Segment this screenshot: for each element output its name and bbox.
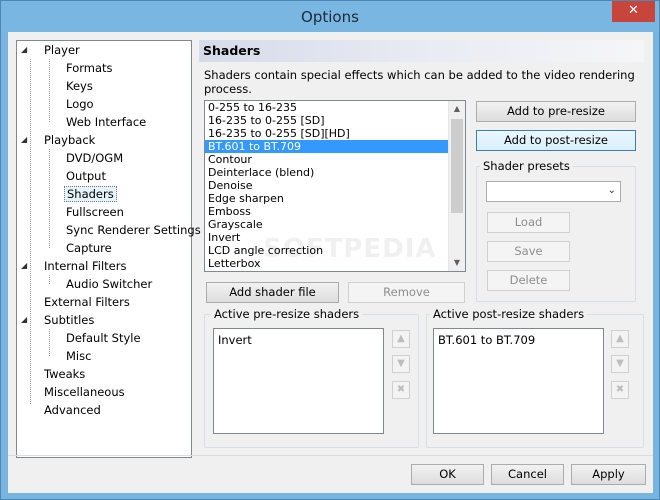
softpedia-watermark: SOFTPEDIA (263, 234, 437, 264)
cancel-button[interactable]: Cancel (491, 464, 564, 485)
close-icon: ✕ (628, 3, 639, 18)
remove-x-icon[interactable]: ✖ (611, 381, 629, 399)
list-item[interactable]: 16-235 to 0-255 [SD] (205, 114, 465, 127)
bottom-separator (8, 455, 653, 456)
list-item-selected[interactable]: BT.601 to BT.709 (205, 140, 448, 153)
options-window: Options ✕ ◢ Player Formats Keys Logo Web … (0, 0, 660, 500)
expanded-arrow-icon[interactable]: ◢ (21, 131, 27, 149)
move-up-arrow-icon[interactable]: ▲ (392, 330, 410, 348)
tree-item-label: Shaders (64, 186, 117, 202)
tree-item-label: DVD/OGM (66, 151, 124, 165)
expanded-arrow-icon[interactable]: ◢ (21, 257, 27, 275)
tree-item-label: Default Style (66, 331, 141, 345)
apply-button[interactable]: Apply (571, 464, 646, 485)
tree-item-label: Logo (66, 97, 94, 111)
page-description: Shaders contain special effects which ca… (204, 68, 635, 96)
list-item[interactable]: 0-255 to 16-235 (205, 101, 465, 114)
tree-item-shaders[interactable]: Shaders (50, 185, 117, 203)
tree-item-misc[interactable]: Misc (50, 347, 91, 365)
active-post-resize-list[interactable]: BT.601 to BT.709 (433, 328, 604, 434)
expanded-arrow-icon[interactable]: ◢ (21, 311, 27, 329)
window-title: Options (301, 8, 359, 26)
list-item[interactable]: Denoise (205, 179, 465, 192)
add-to-post-resize-button[interactable]: Add to post-resize (476, 130, 636, 151)
tree-item-label: Formats (66, 61, 113, 75)
chevron-down-icon[interactable]: ⌄ (608, 185, 616, 196)
tree-item-label: Subtitles (44, 313, 95, 327)
tree-item-fullscreen[interactable]: Fullscreen (50, 203, 124, 221)
tree-item-label: Sync Renderer Settings (66, 223, 201, 237)
dialog-client: ◢ Player Formats Keys Logo Web Interface … (8, 32, 653, 493)
tree-item-output[interactable]: Output (50, 167, 106, 185)
page-header: Shaders (199, 40, 644, 62)
tree-item-dvd-ogm[interactable]: DVD/OGM (50, 149, 123, 167)
load-button[interactable]: Load (487, 212, 570, 233)
options-tree[interactable]: ◢ Player Formats Keys Logo Web Interface … (16, 40, 201, 458)
list-item[interactable]: Deinterlace (blend) (205, 166, 465, 179)
tree-item-capture[interactable]: Capture (50, 239, 112, 257)
scrollbar-thumb[interactable] (451, 119, 463, 213)
list-item[interactable]: Edge sharpen (205, 192, 465, 205)
delete-button[interactable]: Delete (487, 270, 570, 291)
close-button[interactable]: ✕ (612, 1, 655, 22)
tree-item-sync-renderer-settings[interactable]: Sync Renderer Settings (50, 221, 201, 239)
remove-button[interactable]: Remove (348, 282, 465, 303)
tree-item-label: Internal Filters (44, 259, 127, 273)
list-item[interactable]: Grayscale (205, 218, 465, 231)
shader-presets-combo[interactable]: ⌄ (486, 181, 621, 202)
ok-button[interactable]: OK (411, 464, 484, 485)
tree-item-label: External Filters (44, 295, 130, 309)
active-post-resize-label: Active post-resize shaders (430, 307, 588, 321)
tree-item-label: Advanced (44, 403, 101, 417)
tree-item-label: Miscellaneous (44, 385, 125, 399)
tree-item-logo[interactable]: Logo (50, 95, 94, 113)
add-shader-file-button[interactable]: Add shader file (206, 282, 339, 303)
move-down-arrow-icon[interactable]: ▼ (392, 355, 410, 373)
vertical-scrollbar[interactable]: ▲ ▼ (448, 101, 465, 271)
tree-item-web-interface[interactable]: Web Interface (50, 113, 146, 131)
scroll-up-arrow-icon[interactable]: ▲ (449, 101, 465, 117)
tree-item-label: Tweaks (44, 367, 86, 381)
list-item[interactable]: Invert (218, 333, 252, 347)
tree-item-label: Misc (66, 349, 92, 363)
move-down-arrow-icon[interactable]: ▼ (611, 355, 629, 373)
page-title: Shaders (203, 43, 261, 58)
tree-connector (30, 59, 31, 404)
shader-presets-label: Shader presets (480, 159, 573, 173)
active-pre-resize-list[interactable]: Invert (213, 328, 384, 434)
list-item[interactable]: Contour (205, 153, 465, 166)
tree-item-keys[interactable]: Keys (50, 77, 93, 95)
active-pre-resize-label: Active pre-resize shaders (211, 307, 363, 321)
list-item[interactable]: 16-235 to 0-255 [SD][HD] (205, 127, 465, 140)
tree-item-default-style[interactable]: Default Style (50, 329, 141, 347)
title-bar[interactable]: Options ✕ (1, 1, 659, 32)
tree-item-audio-switcher[interactable]: Audio Switcher (50, 275, 152, 293)
tree-item-label: Web Interface (66, 115, 147, 129)
add-to-pre-resize-button[interactable]: Add to pre-resize (476, 101, 636, 122)
list-item[interactable]: BT.601 to BT.709 (438, 333, 535, 347)
tree-item-label: Player (44, 43, 80, 57)
list-item[interactable]: Emboss (205, 205, 465, 218)
move-up-arrow-icon[interactable]: ▲ (611, 330, 629, 348)
tree-item-formats[interactable]: Formats (50, 59, 113, 77)
tree-item-label: Capture (66, 241, 112, 255)
tree-item-label: Fullscreen (66, 205, 124, 219)
expanded-arrow-icon[interactable]: ◢ (21, 41, 27, 59)
tree-item-label: Output (66, 169, 106, 183)
tree-item-label: Playback (44, 133, 96, 147)
scroll-down-arrow-icon[interactable]: ▼ (449, 255, 465, 271)
save-button[interactable]: Save (487, 241, 570, 262)
remove-x-icon[interactable]: ✖ (392, 381, 410, 399)
tree-item-label: Audio Switcher (66, 277, 153, 291)
tree-item-label: Keys (66, 79, 93, 93)
